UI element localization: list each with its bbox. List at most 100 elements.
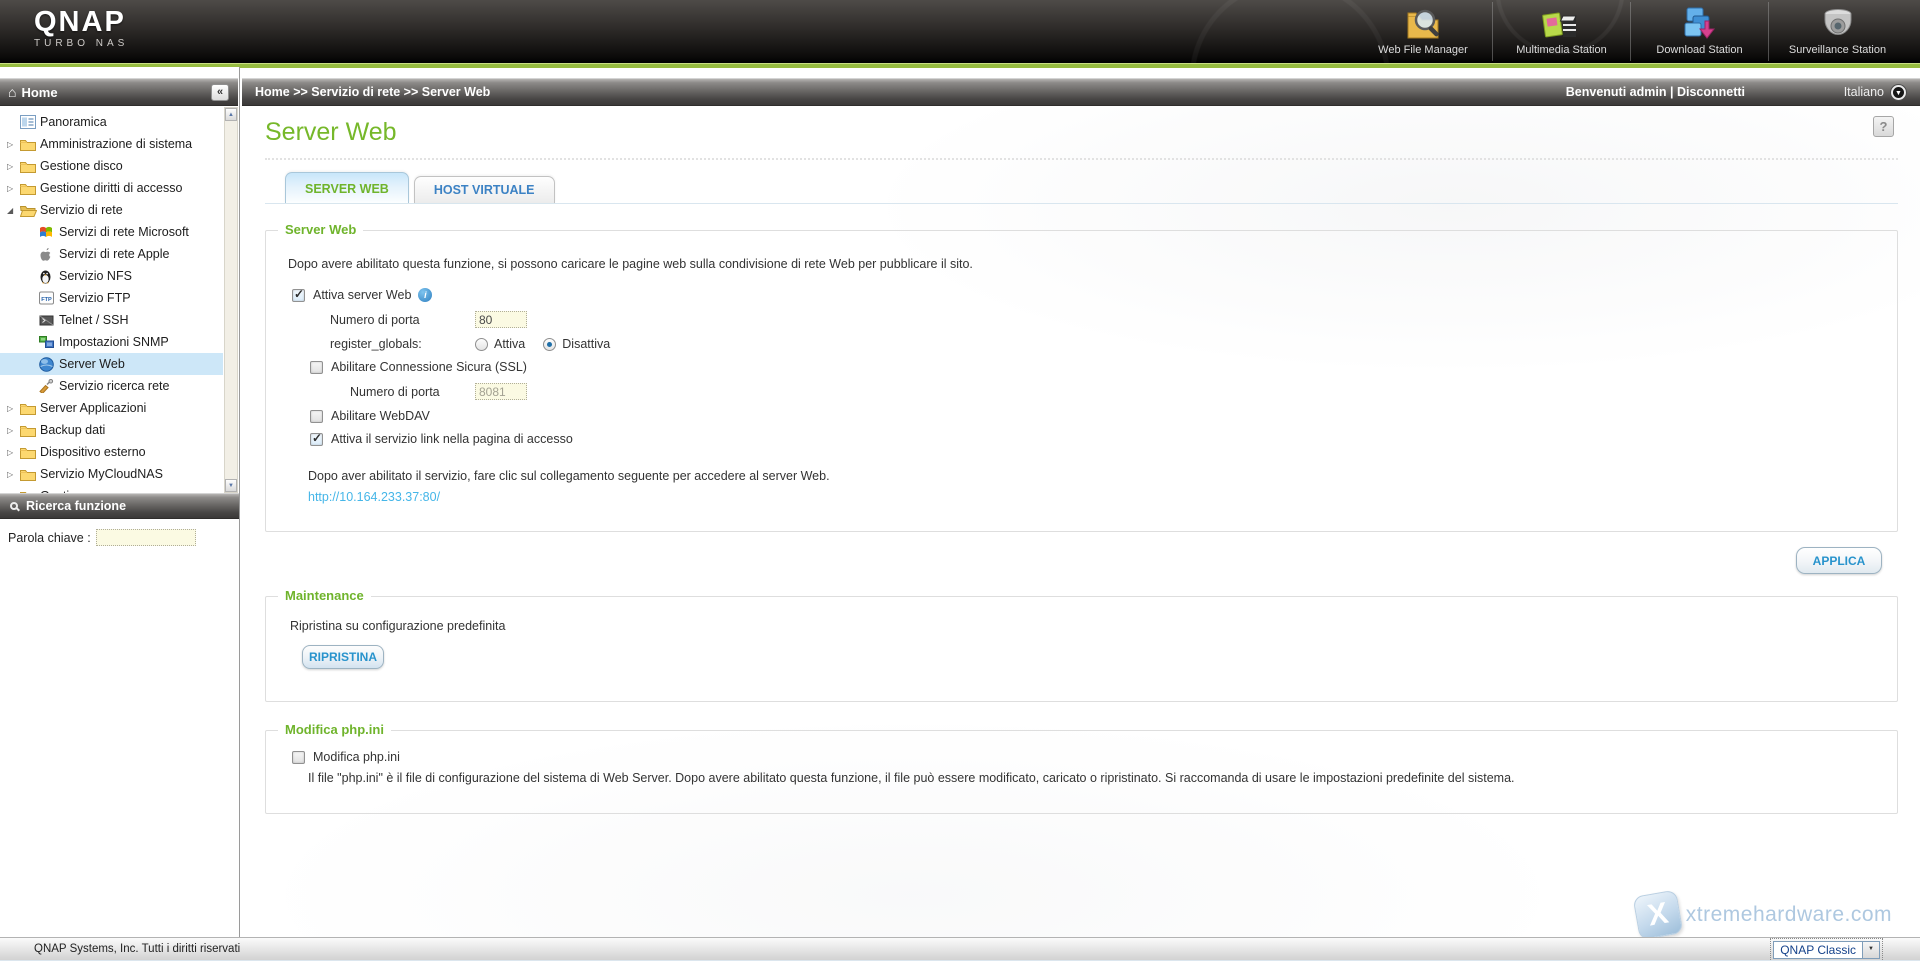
logout-link[interactable]: Disconnetti	[1677, 85, 1745, 99]
folder-icon	[20, 182, 40, 195]
tree-item-label: Amministrazione di sistema	[40, 137, 192, 151]
sidebar-item-servizio-di-rete[interactable]: ◢ Servizio di rete	[0, 199, 223, 221]
penguin-icon	[39, 269, 59, 284]
station-label: Multimedia Station	[1493, 44, 1630, 56]
php-ini-checkbox-label: Modifica php.ini	[313, 750, 400, 764]
language-selector[interactable]: Italiano ▼	[1844, 79, 1906, 106]
php-ini-description: Il file "php.ini" è il file di configura…	[308, 771, 1877, 785]
sidebar-item-dispositivo-esterno[interactable]: ▷ Dispositivo esterno	[0, 441, 223, 463]
scroll-down-icon[interactable]: ▼	[225, 479, 237, 492]
tree-arrow-icon[interactable]: ◢	[7, 206, 20, 215]
station-download-station[interactable]: Download Station	[1630, 2, 1768, 61]
tree-arrow-icon[interactable]: ▷	[7, 162, 20, 171]
tree-item-label: Servizio FTP	[59, 291, 131, 305]
register-globals-disattiva-radio[interactable]	[543, 338, 556, 351]
sidebar-item-servizio-ftp[interactable]: FTP Servizio FTP	[0, 287, 223, 309]
station-label: Web File Manager	[1354, 44, 1492, 56]
station-web-file-manager[interactable]: Web File Manager	[1354, 2, 1492, 61]
port-input[interactable]	[475, 311, 527, 328]
server-web-legend: Server Web	[278, 222, 363, 237]
tree-arrow-icon[interactable]: ▷	[7, 404, 20, 413]
keyword-input[interactable]	[96, 529, 196, 546]
tree-item-label: Impostazioni SNMP	[59, 335, 169, 349]
sidebar-item-telnet-ssh[interactable]: Telnet / SSH	[0, 309, 223, 331]
separator: |	[1666, 85, 1676, 99]
ssl-port-input[interactable]	[475, 383, 527, 400]
apply-button[interactable]: APPLICA	[1796, 547, 1882, 574]
sidebar-item-servizio-ricerca-rete[interactable]: Servizio ricerca rete	[0, 375, 223, 397]
tree-item-label: Server Applicazioni	[40, 401, 146, 415]
sidebar-item-amministrazione-di-sistema[interactable]: ▷ Amministrazione di sistema	[0, 133, 223, 155]
function-search-header: Ricerca funzione	[0, 493, 239, 519]
server-web-description: Dopo avere abilitato questa funzione, si…	[288, 257, 1877, 271]
breadcrumb[interactable]: Home >> Servizio di rete >> Server Web	[255, 79, 490, 106]
sidebar: Panoramica ▷ Amministrazione di sistema …	[0, 67, 240, 937]
folder-open-icon	[20, 204, 40, 217]
sidebar-scrollbar[interactable]: ▲ ▼	[224, 107, 238, 493]
sidebar-item-server-applicazioni[interactable]: ▷ Server Applicazioni	[0, 397, 223, 419]
tree-item-label: Telnet / SSH	[59, 313, 128, 327]
station-surveillance-station[interactable]: Surveillance Station	[1768, 2, 1906, 61]
php-ini-checkbox[interactable]	[292, 751, 305, 764]
green-accent-line	[0, 63, 1920, 68]
tab-host-virtuale[interactable]: HOST VIRTUALE	[414, 176, 555, 203]
tree-arrow-icon[interactable]: ▷	[7, 140, 20, 149]
maintenance-groupbox: Maintenance Ripristina su configurazione…	[265, 596, 1898, 702]
tab-strip: SERVER WEB HOST VIRTUALE	[285, 172, 555, 203]
footer: QNAP Systems, Inc. Tutti i diritti riser…	[0, 937, 1920, 961]
breadcrumb-bar: Home >> Servizio di rete >> Server Web B…	[242, 78, 1920, 106]
sidebar-item-server-web[interactable]: Server Web	[0, 353, 223, 375]
register-globals-attiva-radio[interactable]	[475, 338, 488, 351]
tree-arrow-icon[interactable]: ▷	[7, 470, 20, 479]
sidebar-item-impostazioni-snmp[interactable]: Impostazioni SNMP	[0, 331, 223, 353]
info-icon[interactable]: i	[418, 288, 432, 302]
server-web-note: Dopo aver abilitato il servizio, fare cl…	[308, 469, 1877, 483]
maintenance-text: Ripristina su configurazione predefinita	[290, 619, 1877, 633]
folder-icon	[20, 446, 40, 459]
copyright-text: QNAP Systems, Inc. Tutti i diritti riser…	[34, 938, 240, 961]
ssl-checkbox[interactable]	[310, 361, 323, 374]
user-session: Benvenuti admin | Disconnetti	[1566, 79, 1745, 106]
sidebar-item-gestione-disco[interactable]: ▷ Gestione disco	[0, 155, 223, 177]
sidebar-item-gestione-diritti-di-accesso[interactable]: ▷ Gestione diritti di accesso	[0, 177, 223, 199]
title-divider	[265, 158, 1898, 160]
sidebar-item-panoramica[interactable]: Panoramica	[0, 111, 223, 133]
folder-icon	[20, 424, 40, 437]
folder-icon	[20, 468, 40, 481]
attiva-server-web-checkbox[interactable]	[292, 289, 305, 302]
collapse-sidebar-button[interactable]: «	[211, 84, 229, 101]
tree-arrow-icon[interactable]: ▷	[7, 448, 20, 457]
search-icon	[10, 502, 18, 510]
sidebar-header: ⌂Home «	[0, 78, 238, 106]
select-arrow-icon[interactable]: ▼	[1862, 942, 1879, 958]
sidebar-item-gestione[interactable]: ▷ Gestione	[0, 485, 223, 493]
top-header: QNAP TURBO NAS Web File Manager Multimed…	[0, 0, 1920, 63]
tree-item-label: Servizi di rete Microsoft	[59, 225, 189, 239]
watermark: X xtremehardware.com	[1636, 893, 1892, 937]
sidebar-item-servizio-mycloudnas[interactable]: ▷ Servizio MyCloudNAS	[0, 463, 223, 485]
login-link-checkbox[interactable]	[310, 433, 323, 446]
tree-item-label: Gestione disco	[40, 159, 123, 173]
web-server-link[interactable]: http://10.164.233.37:80/	[308, 490, 440, 504]
station-multimedia-station[interactable]: Multimedia Station	[1492, 2, 1630, 61]
tab-server-web[interactable]: SERVER WEB	[285, 172, 409, 203]
sidebar-item-servizi-di-rete-apple[interactable]: Servizi di rete Apple	[0, 243, 223, 265]
scroll-up-icon[interactable]: ▲	[225, 108, 237, 121]
register-globals-disattiva-label: Disattiva	[562, 337, 610, 351]
sidebar-item-servizi-di-rete-microsoft[interactable]: Servizi di rete Microsoft	[0, 221, 223, 243]
restore-button[interactable]: RIPRISTINA	[302, 645, 384, 669]
sidebar-item-backup-dati[interactable]: ▷ Backup dati	[0, 419, 223, 441]
ssl-label: Abilitare Connessione Sicura (SSL)	[331, 360, 527, 374]
webdav-checkbox[interactable]	[310, 410, 323, 423]
ssl-port-label: Numero di porta	[350, 385, 475, 399]
tree-arrow-icon[interactable]: ▷	[7, 184, 20, 193]
theme-selector[interactable]: QNAP Classic ▼	[1773, 941, 1880, 959]
help-icon[interactable]: ?	[1873, 116, 1894, 137]
language-dropdown-icon[interactable]: ▼	[1891, 85, 1906, 100]
register-globals-label: register_globals:	[330, 337, 475, 351]
keyword-search-row: Parola chiave :	[8, 529, 196, 546]
tree-arrow-icon[interactable]: ▷	[7, 426, 20, 435]
watermark-text: xtremehardware.com	[1686, 903, 1892, 927]
sidebar-item-servizio-nfs[interactable]: Servizio NFS	[0, 265, 223, 287]
apple-icon	[39, 247, 59, 262]
